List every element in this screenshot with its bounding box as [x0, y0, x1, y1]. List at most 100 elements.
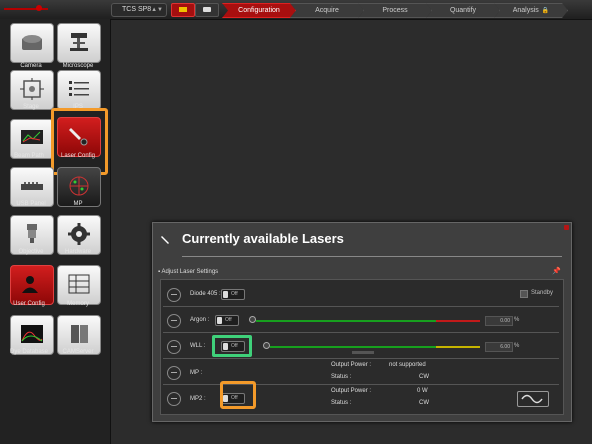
wll-value[interactable]: 6.00	[485, 342, 513, 352]
mp2-toggle-highlight	[220, 381, 256, 409]
status-label: Status :	[331, 400, 352, 406]
memory-tile[interactable]	[57, 265, 101, 305]
memory-label: Memory	[67, 301, 89, 307]
laser-ring-icon	[167, 288, 181, 302]
user-config-label: User Config	[13, 301, 45, 307]
wll-toggle-highlight	[212, 335, 252, 357]
argon-value[interactable]: 0.00	[485, 316, 513, 326]
hardware-label: Hardware	[64, 249, 91, 255]
mode-camera-button[interactable]	[195, 3, 219, 17]
laser-name: MP :	[190, 370, 203, 376]
camserver-icon	[71, 325, 88, 343]
standby-checkbox[interactable]	[520, 290, 528, 298]
ips-icon	[69, 81, 89, 96]
laser-ring-icon	[167, 366, 181, 380]
step-configuration[interactable]: Configuration	[222, 3, 296, 18]
stage-icon	[20, 78, 44, 100]
usb-panel-icon	[21, 182, 43, 190]
step-label: Quantify	[449, 7, 477, 14]
pin-icon[interactable]: 📌	[552, 267, 561, 275]
laser-list: Diode 405 : Off Standby Argon : Off 0.00…	[160, 279, 564, 415]
status-label: Status :	[331, 374, 352, 380]
camserver-label: CAMServer	[62, 349, 94, 355]
diode405-toggle[interactable]: Off	[221, 289, 245, 300]
microscope-tile[interactable]	[57, 23, 101, 63]
brand-logo	[4, 3, 48, 15]
microscope-icon	[70, 33, 88, 51]
memory-icon	[68, 274, 90, 294]
camera-tile[interactable]	[10, 23, 54, 63]
step-analysis[interactable]: Analysis 🔒	[494, 3, 568, 18]
output-power-value: 0 W	[417, 388, 428, 394]
toggle-state: Off	[231, 291, 238, 297]
step-label: Acquire	[315, 7, 339, 14]
step-quantify[interactable]: Quantify	[426, 3, 500, 18]
step-label: Process	[382, 7, 408, 14]
microscope-mode-icon	[179, 7, 187, 12]
close-icon[interactable]	[564, 225, 569, 230]
dye-database-icon	[21, 325, 43, 343]
output-power-value: not supported	[389, 362, 426, 368]
laser-config-highlight	[51, 108, 108, 175]
usb-panel-label: USB Panel	[16, 201, 46, 207]
wll-slider-knob[interactable]	[263, 342, 270, 349]
lock-icon: 🔒	[541, 8, 550, 14]
section-header[interactable]: ▪ Adjust Laser Settings	[158, 269, 218, 275]
camera-icon	[22, 35, 42, 50]
tool-panel: Camera Microscope Stage IPS Beam Path La…	[0, 19, 111, 444]
beam-path-label: Beam Path	[14, 153, 44, 159]
status-value: CW	[419, 374, 429, 380]
laser-ring-icon	[167, 392, 181, 406]
pencil-icon	[161, 236, 169, 244]
sine-wave-icon	[521, 394, 543, 404]
argon-slider-track-high	[436, 320, 480, 322]
argon-slider-knob[interactable]	[249, 316, 256, 323]
output-power-label: Output Power :	[331, 388, 372, 394]
mp-icon	[69, 176, 89, 196]
step-process[interactable]: Process	[358, 3, 432, 18]
beam-path-icon	[21, 130, 43, 144]
workflow-steps: Configuration Acquire Process Quantify A…	[222, 3, 568, 16]
step-label: Configuration	[238, 7, 280, 14]
user-config-tile[interactable]	[10, 265, 54, 305]
argon-toggle[interactable]: Off	[215, 315, 239, 326]
laser-window: Currently available Lasers ▪ Adjust Lase…	[152, 222, 572, 422]
section-label: Adjust Laser Settings	[161, 269, 219, 275]
laser-ring-icon	[167, 340, 181, 354]
stage-label: Stage	[23, 104, 39, 110]
wll-unit: %	[514, 343, 520, 349]
updown-arrows-icon: ▲▼	[151, 7, 163, 13]
camera-mode-icon	[203, 7, 211, 12]
mode-microscope-button[interactable]	[171, 3, 195, 17]
system-selector-label: TCS SP8	[122, 6, 152, 13]
window-title: Currently available Lasers	[182, 231, 344, 246]
laser-name: MP2 :	[190, 396, 206, 402]
status-value: CW	[419, 400, 429, 406]
laser-row-argon: Argon : Off 0.00 %	[163, 308, 559, 333]
laser-name: WLL :	[190, 343, 206, 349]
system-selector[interactable]: TCS SP8 ▲▼	[111, 3, 167, 17]
hardware-icon	[68, 223, 90, 245]
laser-row-diode405: Diode 405 : Off Standby	[163, 282, 559, 307]
title-divider	[182, 256, 562, 257]
camera-label: Camera	[20, 63, 42, 69]
row-resize-handle[interactable]	[352, 351, 374, 354]
dye-database-label: Dye Database	[9, 349, 49, 355]
step-acquire[interactable]: Acquire	[290, 3, 364, 18]
toggle-state: Off	[225, 317, 232, 323]
laser-name: Diode 405 :	[190, 291, 221, 297]
mp-label: MP	[73, 201, 83, 207]
laser-name: Argon :	[190, 317, 210, 323]
wll-slider-track[interactable]	[270, 346, 436, 348]
laser-ring-icon	[167, 314, 181, 328]
wll-slider-track-high	[436, 346, 480, 348]
objective-label: Objective	[18, 249, 44, 255]
microscope-label: Microscope	[62, 63, 94, 69]
argon-unit: %	[514, 317, 520, 323]
user-config-icon	[22, 276, 38, 293]
top-bar: TCS SP8 ▲▼ Configuration Acquire Process…	[0, 0, 592, 20]
wave-mode-button[interactable]	[517, 391, 549, 407]
objective-icon	[27, 224, 37, 243]
argon-slider-track[interactable]	[256, 320, 436, 322]
output-power-label: Output Power :	[331, 362, 372, 368]
